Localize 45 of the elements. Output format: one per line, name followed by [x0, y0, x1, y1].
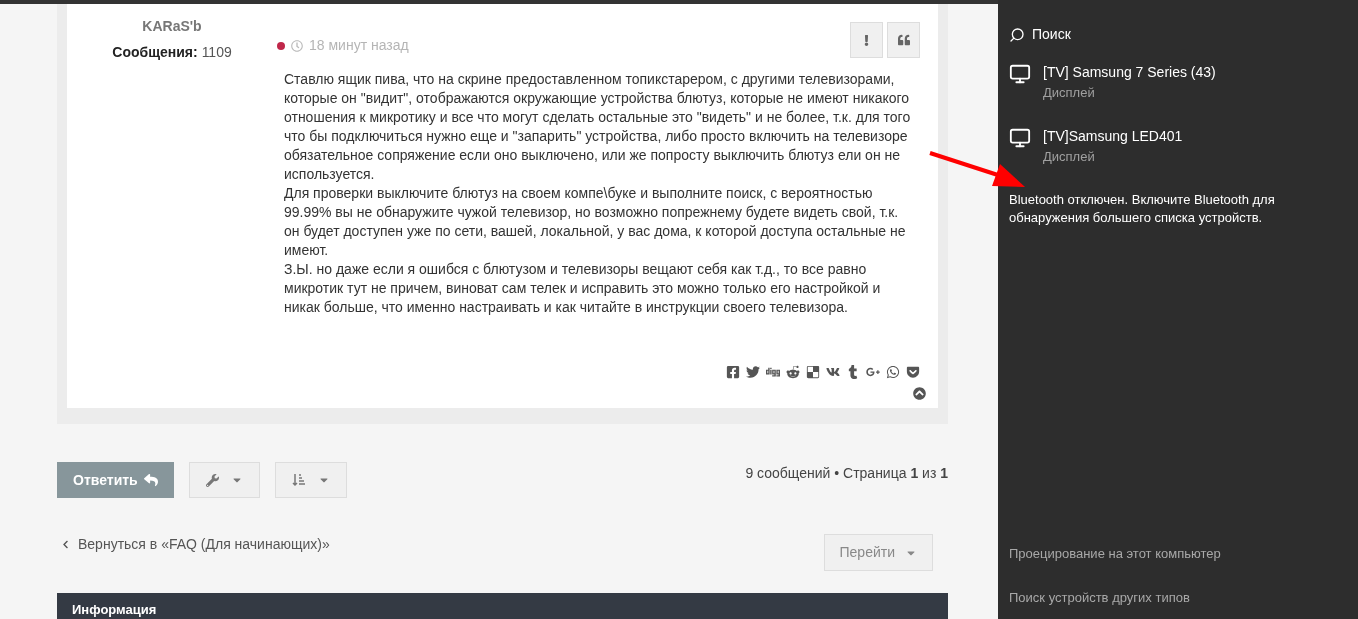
- tumblr-icon[interactable]: [846, 365, 860, 379]
- sort-button[interactable]: [274, 462, 347, 498]
- report-button[interactable]: [850, 22, 883, 58]
- clock-icon: [291, 39, 303, 52]
- reddit-icon[interactable]: [786, 365, 800, 379]
- info-title: Информация: [72, 602, 157, 617]
- facebook-icon[interactable]: [726, 365, 740, 379]
- post-paragraph: Для проверки выключите блютуз на своем компе\буке и выполните поиск, с вероятностью 99.99% вы не обнаружите чужой телевизор, но возможно попрежнему будете видеть свой, т.к. он будет доступен уже по сети, вашей, локальной, у вас дома, к которой доступа остальные не имеют.: [284, 184, 907, 260]
- author-name[interactable]: KARaS'b: [142, 16, 202, 37]
- post-paragraph: Ставлю ящик пива, что на скрине предоставленном топикстарером, с другими телевизорами, которые он "видит", отображаются окружающие устройства блютуз, которые не имеют никакого отношения к микротику и все что могут сделать остальные это "видеть" и не более, т.к. для того что бы подключиться нужно еще и "запарить" устройства, либо просто включить на телевизоре обязательное сопряжение если оно выключено, или же попросту выключить блютуз ели он не используется.: [284, 70, 912, 184]
- tools-button[interactable]: [188, 462, 260, 498]
- google-plus-icon[interactable]: [866, 365, 880, 379]
- back-link[interactable]: Вернуться в «FAQ (Для начинающих)»: [78, 534, 330, 555]
- device-name: [TV]Samsung LED401: [1043, 126, 1183, 146]
- device-item[interactable]: [TV]Samsung LED401 Дисплей: [1009, 125, 1347, 166]
- device-name: [TV] Samsung 7 Series (43): [1043, 63, 1216, 82]
- panel-link[interactable]: Проецирование на этот компьютер: [1009, 544, 1347, 564]
- twitter-icon[interactable]: [746, 365, 760, 379]
- reply-icon: [143, 473, 158, 487]
- search-link[interactable]: Поиск: [1032, 24, 1071, 45]
- pocket-icon[interactable]: [906, 365, 920, 379]
- quote-button[interactable]: [887, 22, 920, 58]
- device-type: Дисплей: [1043, 147, 1096, 166]
- back-to-top-icon[interactable]: [913, 387, 926, 400]
- jump-button[interactable]: Перейти: [823, 534, 933, 571]
- search-icon: [1009, 26, 1025, 43]
- monitor-icon: [1009, 63, 1031, 85]
- posts-label: Сообщения:: [112, 43, 198, 62]
- quote-icon: [897, 34, 910, 46]
- reply-button[interactable]: Ответить: [57, 462, 174, 498]
- device-item[interactable]: [TV] Samsung 7 Series (43) Дисплей: [1009, 62, 1347, 103]
- panel-link[interactable]: Поиск устройств других типов: [1009, 587, 1347, 607]
- device-type: Дисплей: [1043, 84, 1096, 102]
- posts-count: 1109: [201, 43, 232, 62]
- whatsapp-icon[interactable]: [886, 365, 900, 379]
- sort-icon: [291, 473, 306, 487]
- vk-icon[interactable]: [826, 365, 840, 379]
- monitor-icon: [1009, 126, 1031, 149]
- pagination-info: 9 сообщений • Страница 1 из 1: [745, 464, 948, 483]
- wrench-icon: [205, 473, 219, 487]
- bluetooth-message: Bluetooth отключен. Включите Bluetooth для обнаружения большего списка устройств.: [1009, 191, 1276, 227]
- chevron-left-icon: [61, 540, 70, 549]
- delicious-icon[interactable]: [806, 365, 820, 379]
- post-paragraph: З.Ы. но даже если я ошибся с блютузом и телевизоры вещают себя как т.д., то все равно микротик тут не причем, виноват сам телек и исправить это можно только его настройкой и никак больше, что именно настраивать и как читайте в инструкции своего телевизора.: [284, 260, 882, 317]
- digg-icon[interactable]: [766, 365, 780, 379]
